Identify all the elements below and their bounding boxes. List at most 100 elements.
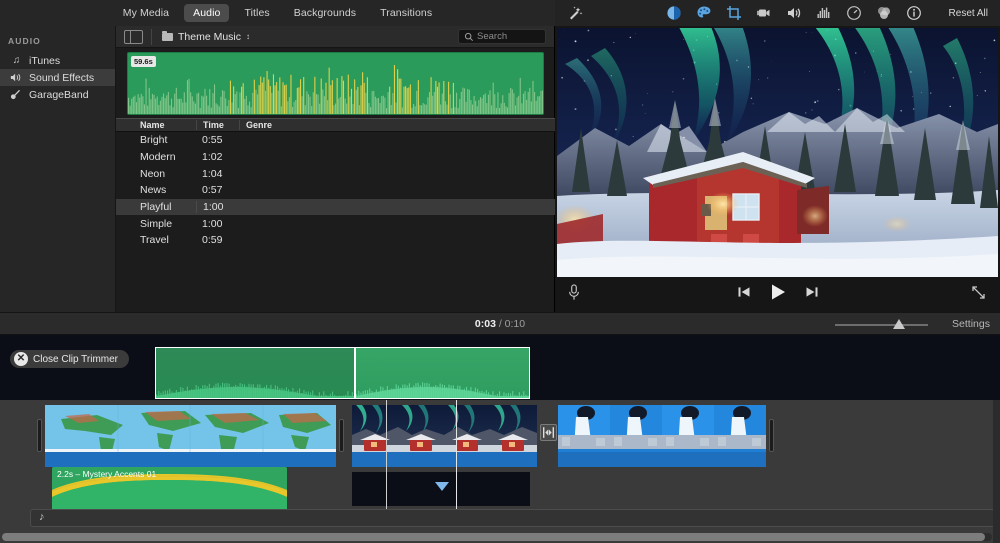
video-clip-bar	[45, 452, 336, 467]
sidebar-item-garageband[interactable]: GarageBand	[0, 86, 115, 103]
video-clip-bar	[352, 452, 537, 467]
timeline-zoom-slider[interactable]	[835, 319, 928, 329]
table-row[interactable]: Travel 0:59	[116, 232, 555, 249]
tab-titles[interactable]: Titles	[235, 4, 278, 22]
clip-trimmer: ✕ Close Clip Trimmer	[0, 335, 1000, 400]
scrollbar-thumb[interactable]	[2, 533, 985, 541]
fullscreen-icon[interactable]	[971, 285, 986, 300]
detached-audio-region[interactable]	[352, 472, 530, 506]
table-row[interactable]: Bright 0:55	[116, 132, 555, 149]
column-header-time[interactable]: Time	[196, 120, 239, 130]
cell-time: 0:59	[202, 234, 223, 247]
audio-clip-label: 2.2s – Mystery Accents 01	[57, 469, 157, 479]
mystery-accents-audio-clip[interactable]: 2.2s – Mystery Accents 01	[52, 467, 287, 512]
cell-name: Bright	[140, 134, 168, 147]
play-icon[interactable]	[768, 282, 788, 302]
aurora-scene-image	[557, 28, 998, 277]
music-track-button[interactable]: ♪	[30, 509, 1000, 527]
cell-time: 1:00	[196, 201, 239, 214]
browser-toolbar: Theme Music ↕ Search	[116, 26, 554, 48]
audio-preview-waveform[interactable]: 59.6s	[127, 52, 544, 115]
waterfall-clip[interactable]	[558, 405, 766, 467]
waveform-bars	[128, 65, 543, 114]
cell-time: 1:02	[202, 151, 223, 164]
cell-time: 1:04	[202, 167, 223, 180]
duration-badge: 59.6s	[131, 56, 156, 67]
close-circle-icon: ✕	[14, 352, 28, 366]
marker-triangle-icon[interactable]	[435, 482, 449, 492]
top-bar: My Media Audio Titles Backgrounds Transi…	[0, 0, 1000, 26]
color-balance-icon[interactable]	[665, 5, 682, 22]
skip-next-icon[interactable]	[805, 285, 819, 299]
source-dropdown[interactable]: Theme Music ↕	[162, 30, 251, 43]
table-row[interactable]: News 0:57	[116, 182, 555, 199]
clip-handle-left[interactable]	[37, 419, 42, 452]
cell-name: Neon	[140, 167, 166, 180]
volume-icon[interactable]	[785, 5, 802, 22]
playhead[interactable]	[456, 400, 458, 520]
time-separator: /	[498, 318, 502, 330]
sidebar-item-sound-effects[interactable]: Sound Effects	[0, 69, 115, 86]
sidebar-header: AUDIO	[8, 36, 41, 46]
clip-handle-right[interactable]	[769, 419, 774, 452]
tab-audio[interactable]: Audio	[184, 4, 230, 22]
timeline-scrollbar[interactable]	[2, 533, 992, 541]
cell-name: Modern	[140, 151, 176, 164]
trim-waveform-right	[356, 382, 529, 398]
table-body: Bright 0:55 Modern 1:02 Neon 1:04 News 0:57 Play…	[116, 132, 555, 249]
tab-transitions[interactable]: Transitions	[371, 4, 441, 22]
stabilization-icon[interactable]	[755, 5, 772, 22]
filters-icon[interactable]	[875, 5, 892, 22]
sidebar-item-itunes[interactable]: ♫ iTunes	[0, 52, 115, 69]
current-time: 0:03	[474, 318, 496, 330]
magic-wand-icon[interactable]	[565, 5, 585, 21]
cell-name: Playful	[140, 201, 172, 214]
info-icon[interactable]	[905, 5, 922, 22]
search-placeholder: Search	[477, 31, 508, 42]
crop-icon[interactable]	[725, 5, 742, 22]
chevron-updown-icon: ↕	[246, 32, 251, 41]
speed-icon[interactable]	[845, 5, 862, 22]
transport-controls	[555, 282, 1000, 302]
close-clip-trimmer-label: Close Clip Trimmer	[33, 353, 119, 365]
color-correction-icon[interactable]	[695, 5, 712, 22]
table-row[interactable]: Neon 1:04	[116, 165, 555, 182]
sidebar-item-label: GarageBand	[29, 88, 89, 101]
source-label: Theme Music	[178, 30, 242, 43]
viewer-controls	[555, 278, 1000, 306]
table-row[interactable]: Modern 1:02	[116, 149, 555, 166]
settings-button[interactable]: Settings	[952, 313, 990, 336]
sidebar-item-label: iTunes	[29, 54, 61, 67]
audio-table: Name Time Genre Bright 0:55 Modern 1:02 Neon…	[116, 118, 555, 249]
reset-all-button[interactable]: Reset All	[949, 8, 988, 19]
skip-previous-icon[interactable]	[737, 285, 751, 299]
sidebar-item-label: Sound Effects	[29, 71, 95, 84]
aurora-cabin-clip[interactable]	[352, 405, 537, 467]
folder-icon	[162, 30, 173, 41]
clip-handle-mid[interactable]	[339, 419, 344, 452]
total-time: 0:10	[504, 318, 526, 330]
video-preview[interactable]	[557, 28, 998, 277]
tab-backgrounds[interactable]: Backgrounds	[285, 4, 365, 22]
sidebar-toggle-icon[interactable]	[124, 29, 143, 44]
column-header-name[interactable]: Name	[116, 120, 196, 130]
world-map-clip[interactable]	[45, 405, 336, 467]
noise-reduction-icon[interactable]	[815, 5, 832, 22]
inspector-bar: Reset All	[555, 0, 1000, 26]
music-note-icon: ♫	[12, 55, 21, 66]
trim-segment-left[interactable]	[155, 347, 355, 399]
viewer-panel	[555, 26, 1000, 312]
table-row[interactable]: Simple 1:00	[116, 215, 555, 232]
imovie-window: My Media Audio Titles Backgrounds Transi…	[0, 0, 1000, 543]
trim-segment-right[interactable]	[355, 347, 530, 399]
transition-icon[interactable]	[540, 424, 557, 441]
column-header-genre[interactable]: Genre	[239, 120, 301, 130]
trim-waveform-left	[156, 382, 354, 398]
search-input[interactable]: Search	[458, 29, 546, 44]
tab-my-media[interactable]: My Media	[114, 4, 178, 22]
slider-knob[interactable]	[893, 319, 905, 329]
close-clip-trimmer-button[interactable]: ✕ Close Clip Trimmer	[10, 350, 130, 368]
table-row[interactable]: Playful 1:00	[116, 198, 555, 216]
playhead-secondary[interactable]	[386, 400, 388, 520]
library-tabs: My Media Audio Titles Backgrounds Transi…	[0, 0, 555, 26]
